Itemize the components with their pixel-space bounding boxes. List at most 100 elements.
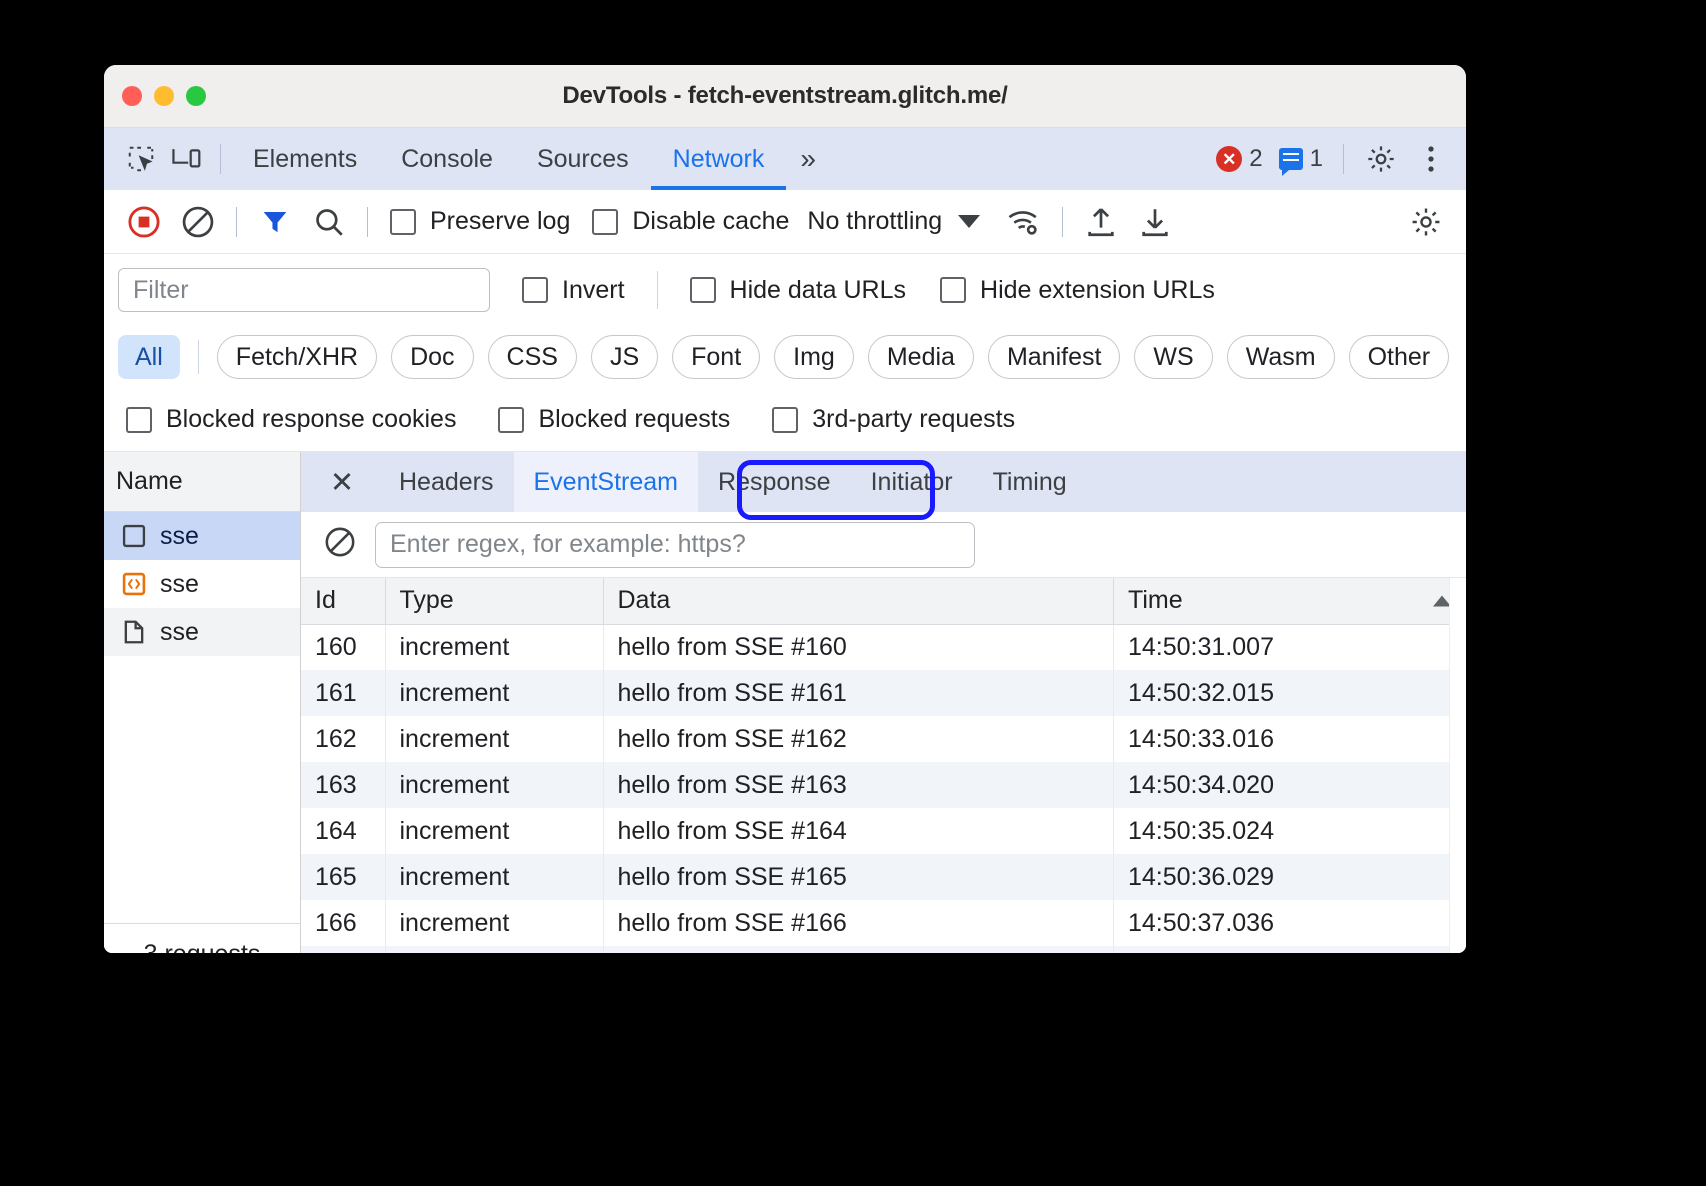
detail-tab-headers[interactable]: Headers [379, 452, 514, 512]
window-title: DevTools - fetch-eventstream.glitch.me/ [562, 82, 1007, 110]
column-header-time-label: Time [1128, 586, 1183, 614]
type-chip-css[interactable]: CSS [488, 335, 577, 379]
detail-tab-timing[interactable]: Timing [973, 452, 1087, 512]
clear-icon[interactable] [172, 196, 224, 248]
eventstream-regex-input[interactable]: Enter regex, for example: https? [375, 522, 975, 568]
column-header-data[interactable]: Data [603, 578, 1114, 624]
error-count-label: 2 [1249, 145, 1262, 173]
filter-input[interactable]: Filter [118, 268, 490, 312]
hide-data-urls-checkbox[interactable] [690, 277, 716, 303]
type-chip-font[interactable]: Font [672, 335, 760, 379]
blocked-response-cookies-label: Blocked response cookies [166, 405, 456, 434]
cell-type: increment [385, 900, 603, 946]
table-row[interactable]: 160 increment hello from SSE #160 14:50:… [301, 624, 1466, 670]
third-party-requests-control[interactable]: 3rd-party requests [772, 405, 1015, 434]
close-window-button[interactable] [122, 86, 142, 106]
minimize-window-button[interactable] [154, 86, 174, 106]
cell-data: hello from SSE #160 [603, 624, 1114, 670]
clear-filter-icon[interactable] [323, 525, 357, 564]
type-chip-js[interactable]: JS [591, 335, 658, 379]
tab-sources[interactable]: Sources [515, 128, 651, 190]
hide-data-urls-control[interactable]: Hide data URLs [680, 276, 916, 305]
extra-filter-row: Blocked response cookies Blocked request… [104, 388, 1466, 452]
request-list-header-name[interactable]: Name [104, 452, 300, 512]
record-stop-icon[interactable] [118, 196, 170, 248]
table-row[interactable]: 164 increment hello from SSE #164 14:50:… [301, 808, 1466, 854]
detail-tabbar: ✕ Headers EventStream Response Initiator… [301, 452, 1466, 512]
column-header-id[interactable]: Id [301, 578, 385, 624]
eventstream-scrollbar[interactable] [1449, 578, 1466, 953]
kebab-menu-icon[interactable] [1408, 136, 1454, 182]
type-chip-doc[interactable]: Doc [391, 335, 473, 379]
preserve-log-control[interactable]: Preserve log [380, 207, 580, 236]
request-row-sse-1[interactable]: sse [104, 512, 300, 560]
hide-extension-urls-checkbox[interactable] [940, 277, 966, 303]
close-icon[interactable]: ✕ [319, 459, 365, 505]
tab-console[interactable]: Console [379, 128, 515, 190]
column-header-time[interactable]: Time [1114, 578, 1466, 624]
cell-data: hello from SSE #167 [603, 946, 1114, 953]
zoom-window-button[interactable] [186, 86, 206, 106]
search-icon[interactable] [303, 196, 355, 248]
blocked-requests-control[interactable]: Blocked requests [498, 405, 730, 434]
table-row[interactable]: 166 increment hello from SSE #166 14:50:… [301, 900, 1466, 946]
invert-checkbox[interactable] [522, 277, 548, 303]
type-chip-media[interactable]: Media [868, 335, 974, 379]
cell-id: 167 [301, 946, 385, 953]
disable-cache-control[interactable]: Disable cache [582, 207, 799, 236]
import-har-icon[interactable] [1075, 196, 1127, 248]
blocked-response-cookies-control[interactable]: Blocked response cookies [126, 405, 456, 434]
cell-time: 14:50:36.029 [1114, 854, 1466, 900]
blocked-response-cookies-checkbox[interactable] [126, 407, 152, 433]
throttling-dropdown[interactable]: No throttling [801, 207, 980, 236]
detail-tab-initiator[interactable]: Initiator [851, 452, 973, 512]
error-counter[interactable]: ✕ 2 [1210, 145, 1268, 173]
table-row[interactable]: 163 increment hello from SSE #163 14:50:… [301, 762, 1466, 808]
network-conditions-icon[interactable] [998, 196, 1050, 248]
table-row[interactable]: 162 increment hello from SSE #162 14:50:… [301, 716, 1466, 762]
table-row[interactable]: 167 increment hello from SSE #167 14:50:… [301, 946, 1466, 953]
request-row-sse-2[interactable]: sse [104, 560, 300, 608]
network-settings-gear-icon[interactable] [1400, 196, 1452, 248]
third-party-requests-checkbox[interactable] [772, 407, 798, 433]
eventstream-filter-bar: Enter regex, for example: https? [301, 512, 1466, 578]
cell-data: hello from SSE #166 [603, 900, 1114, 946]
table-row[interactable]: 161 increment hello from SSE #161 14:50:… [301, 670, 1466, 716]
warning-counter[interactable]: 1 [1273, 145, 1329, 173]
cell-type: increment [385, 946, 603, 953]
table-row[interactable]: 165 increment hello from SSE #165 14:50:… [301, 854, 1466, 900]
request-row-sse-3[interactable]: sse [104, 608, 300, 656]
toolbar-divider [367, 207, 368, 237]
export-har-icon[interactable] [1129, 196, 1181, 248]
detail-tab-response[interactable]: Response [698, 452, 851, 512]
detail-tab-eventstream[interactable]: EventStream [514, 452, 699, 512]
cell-time: 14:50:31.007 [1114, 624, 1466, 670]
type-chip-ws[interactable]: WS [1134, 335, 1212, 379]
hide-extension-urls-control[interactable]: Hide extension URLs [916, 276, 1225, 305]
type-chip-all[interactable]: All [118, 335, 180, 379]
eventstream-table-body: 160 increment hello from SSE #160 14:50:… [301, 624, 1466, 953]
window-titlebar: DevTools - fetch-eventstream.glitch.me/ [104, 65, 1466, 128]
disable-cache-checkbox[interactable] [592, 209, 618, 235]
type-chip-img[interactable]: Img [774, 335, 854, 379]
preserve-log-checkbox[interactable] [390, 209, 416, 235]
type-chip-fetch-xhr[interactable]: Fetch/XHR [217, 335, 377, 379]
invert-control[interactable]: Invert [490, 276, 635, 305]
cell-type: increment [385, 624, 603, 670]
gear-icon[interactable] [1358, 136, 1404, 182]
blocked-requests-checkbox[interactable] [498, 407, 524, 433]
cell-type: increment [385, 808, 603, 854]
funnel-filter-icon[interactable] [249, 196, 301, 248]
inspect-element-icon[interactable] [118, 136, 164, 182]
type-chip-manifest[interactable]: Manifest [988, 335, 1120, 379]
window-traffic-lights[interactable] [122, 86, 206, 106]
column-header-type[interactable]: Type [385, 578, 603, 624]
eventstream-table-header-row: Id Type Data Time [301, 578, 1466, 624]
device-toolbar-icon[interactable] [164, 136, 210, 182]
type-chip-other[interactable]: Other [1349, 335, 1450, 379]
generic-request-icon [120, 522, 148, 550]
tab-elements[interactable]: Elements [231, 128, 379, 190]
more-tabs-chevron-icon[interactable]: » [786, 143, 827, 175]
tab-network[interactable]: Network [651, 128, 787, 190]
type-chip-wasm[interactable]: Wasm [1227, 335, 1335, 379]
